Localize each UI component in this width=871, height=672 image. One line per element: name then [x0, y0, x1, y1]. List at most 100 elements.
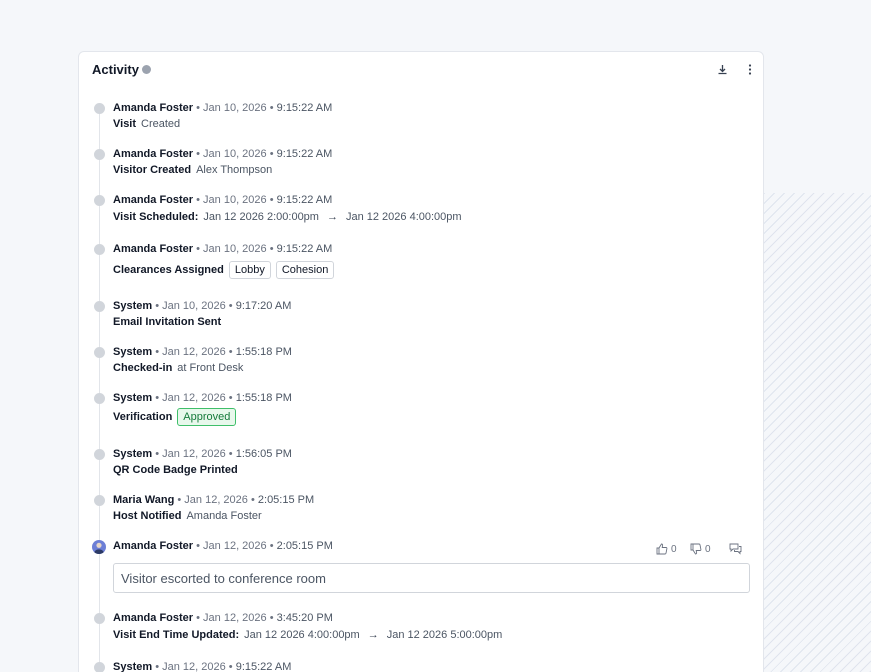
entry-time: 1:55:18 PM: [235, 346, 292, 358]
entry-meta: Amanda Foster • Jan 10, 2026 • 9:15:22 A…: [113, 102, 333, 114]
entry-time: 9:15:22 AM: [276, 102, 333, 114]
entry-meta: Maria Wang • Jan 12, 2026 • 2:05:15 PM: [113, 494, 315, 506]
timeline-rail: [99, 460, 100, 496]
entry-author: Maria Wang: [113, 494, 175, 506]
entry-action: Verification: [113, 411, 173, 423]
avatar: [92, 540, 106, 554]
entry-body: Visitor Created Alex Thompson: [113, 164, 272, 176]
reply-button[interactable]: [729, 543, 742, 555]
comment-text: Visitor escorted to conference room: [113, 563, 750, 593]
entry-action: Email Invitation Sent: [113, 316, 222, 328]
schedule-from: Jan 12 2026 4:00:00pm: [244, 629, 360, 641]
timeline-dot: [94, 103, 105, 114]
entry-author: System: [113, 661, 153, 672]
entry-time: 3:45:20 PM: [276, 612, 333, 624]
timeline-rail: [99, 624, 100, 664]
entry-body: Visit Created: [113, 118, 180, 130]
timeline-rail: [99, 404, 100, 450]
entry-author: System: [113, 346, 153, 358]
entry-action: Visit: [113, 118, 137, 130]
entry-date: Jan 12, 2026: [184, 494, 248, 506]
entry-body: Verification Approved: [113, 408, 237, 426]
entry-body: Visit End Time Updated: Jan 12 2026 4:00…: [113, 629, 502, 641]
entry-body: Checked-in at Front Desk: [113, 362, 243, 374]
entry-time: 9:15:22 AM: [276, 194, 333, 206]
entry-date: Jan 12, 2026: [162, 346, 226, 358]
entry-time: 2:05:15 PM: [276, 540, 333, 552]
entry-date: Jan 12, 2026: [162, 392, 226, 404]
entry-body: Host Notified Amanda Foster: [113, 510, 262, 522]
entry-body: Clearances Assigned Lobby Cohesion: [113, 261, 335, 279]
arrow-right-icon: →: [326, 211, 338, 223]
entry-author: System: [113, 448, 153, 460]
timeline-rail: [99, 160, 100, 196]
entry-date: Jan 12, 2026: [162, 448, 226, 460]
entry-author: System: [113, 300, 153, 312]
entry-meta: System • Jan 12, 2026 • 9:15:22 AM: [113, 661, 292, 672]
entry-date: Jan 12, 2026: [162, 661, 226, 672]
entry-meta: System • Jan 12, 2026 • 1:56:05 PM: [113, 448, 292, 460]
entry-detail: Created: [141, 118, 181, 130]
entry-action: QR Code Badge Printed: [113, 464, 238, 476]
entry-time: 2:05:15 PM: [257, 494, 315, 506]
status-badge: Approved: [177, 408, 237, 426]
timeline-dot: [94, 613, 105, 624]
schedule-to: Jan 12 2026 5:00:00pm: [386, 629, 503, 641]
activity-panel: Activity Amanda Foster • Jan 10, 2026 • …: [78, 51, 764, 672]
entry-meta: System • Jan 12, 2026 • 1:55:18 PM: [113, 392, 292, 404]
entry-body: Email Invitation Sent: [113, 316, 221, 328]
entry-meta: Amanda Foster • Jan 10, 2026 • 9:15:22 A…: [113, 148, 333, 160]
entry-action: Visit Scheduled:: [113, 211, 199, 223]
arrow-right-icon: →: [367, 629, 379, 641]
clearance-chip: Lobby: [228, 261, 271, 279]
timeline-rail: [99, 206, 100, 245]
entry-author: Amanda Foster: [113, 148, 194, 160]
entry-action: Clearances Assigned: [113, 264, 224, 276]
timeline-dot: [94, 149, 105, 160]
timeline-dot: [94, 301, 105, 312]
timeline-dot: [94, 495, 105, 506]
background-hatch-pattern: [764, 193, 871, 672]
like-count: 0: [671, 543, 677, 555]
schedule-from: Jan 12 2026 2:00:00pm: [203, 211, 319, 223]
dislike-button[interactable]: 0: [690, 543, 711, 555]
timeline-dot: [94, 662, 105, 672]
entry-author: Amanda Foster: [113, 540, 194, 552]
entry-action: Checked-in: [113, 362, 173, 374]
entry-author: Amanda Foster: [113, 102, 194, 114]
entry-date: Jan 12, 2026: [203, 612, 267, 624]
timeline-rail: [99, 255, 100, 302]
entry-body: QR Code Badge Printed: [113, 464, 238, 476]
info-icon[interactable]: [142, 65, 151, 74]
more-vertical-icon[interactable]: [743, 62, 757, 76]
entry-body: Visit Scheduled: Jan 12 2026 2:00:00pm →…: [113, 211, 462, 223]
entry-date: Jan 10, 2026: [203, 148, 267, 160]
entry-time: 9:15:22 AM: [235, 661, 292, 672]
entry-date: Jan 10, 2026: [203, 194, 267, 206]
entry-meta: System • Jan 10, 2026 • 9:17:20 AM: [113, 300, 292, 312]
entry-action: Host Notified: [113, 510, 182, 522]
timeline-dot: [94, 449, 105, 460]
timeline-dot: [94, 244, 105, 255]
timeline-rail: [99, 358, 100, 394]
activity-title: Activity: [92, 62, 139, 77]
entry-author: Amanda Foster: [113, 243, 194, 255]
entry-meta: Amanda Foster • Jan 12, 2026 • 2:05:15 P…: [113, 540, 333, 552]
entry-date: Jan 10, 2026: [203, 243, 267, 255]
entry-author: Amanda Foster: [113, 612, 194, 624]
entry-detail: Amanda Foster: [186, 510, 262, 522]
like-button[interactable]: 0: [656, 543, 677, 555]
timeline-dot: [94, 347, 105, 358]
entry-meta: Amanda Foster • Jan 12, 2026 • 3:45:20 P…: [113, 612, 333, 624]
entry-time: 9:17:20 AM: [235, 300, 292, 312]
entry-date: Jan 10, 2026: [203, 102, 267, 114]
timeline-rail: [99, 114, 100, 150]
entry-time: 1:55:18 PM: [235, 392, 292, 404]
entry-time: 9:15:22 AM: [276, 243, 333, 255]
download-icon[interactable]: [715, 62, 729, 76]
entry-meta: Amanda Foster • Jan 10, 2026 • 9:15:22 A…: [113, 243, 333, 255]
schedule-to: Jan 12 2026 4:00:00pm: [345, 211, 462, 223]
timeline-rail: [99, 312, 100, 348]
clearance-chip: Cohesion: [275, 261, 335, 279]
entry-time: 1:56:05 PM: [235, 448, 292, 460]
